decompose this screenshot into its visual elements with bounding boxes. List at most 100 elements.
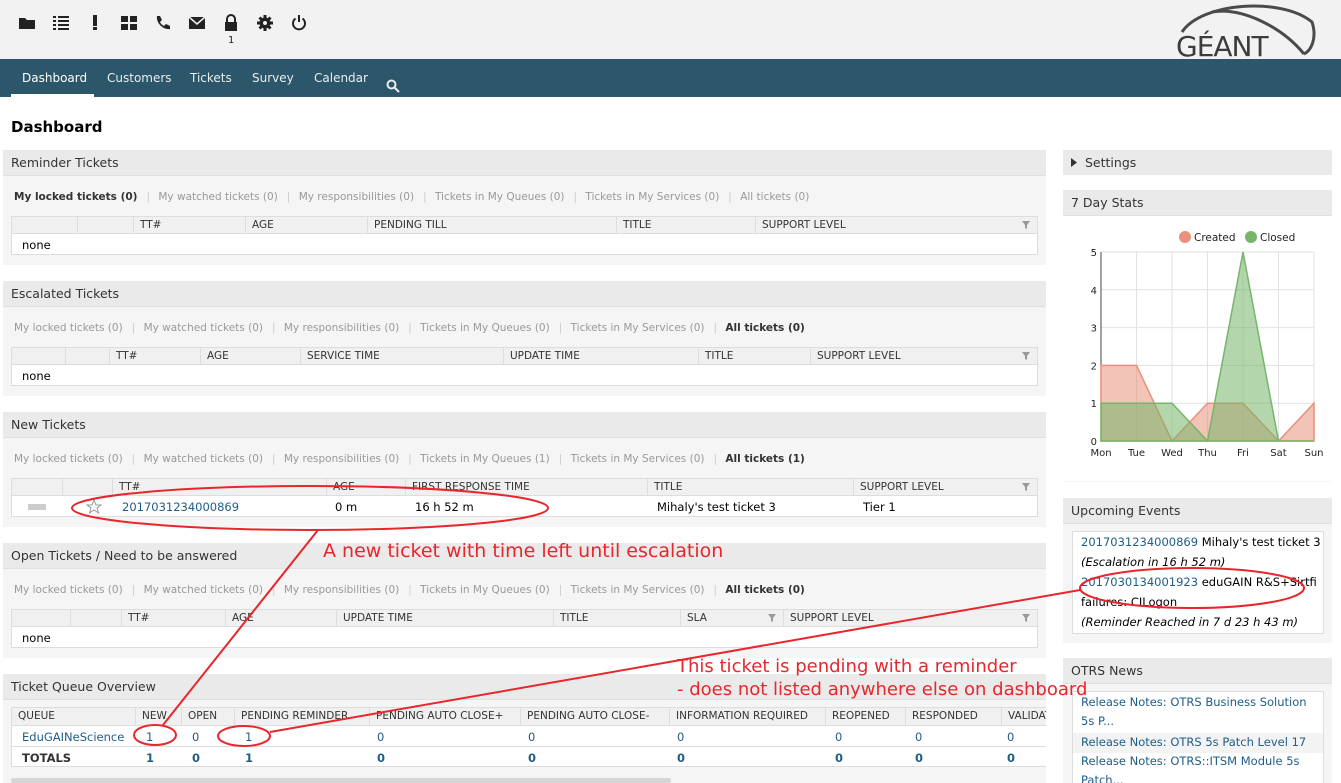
column-header[interactable]: PENDING AUTO CLOSE- [520,708,669,725]
filter-tab[interactable]: My responsibilities (0) [284,584,399,596]
filter-tab[interactable]: Tickets in My Queues (1) [420,453,550,465]
widget-header[interactable]: Upcoming Events [1063,498,1332,524]
total-count[interactable]: 0 [1007,748,1015,766]
column-header[interactable]: UPDATE TIME [503,348,698,365]
filter-tab[interactable]: My locked tickets (0) [14,191,137,203]
envelope-icon[interactable] [188,14,206,32]
filter-tab[interactable]: My locked tickets (0) [14,453,123,465]
column-header[interactable]: PENDING REMINDER [234,708,369,725]
queue-pending-reminder-count[interactable]: 1 [245,727,252,747]
queue-name-link[interactable]: EduGAINeScience [22,727,124,747]
widget-header[interactable]: Escalated Tickets [3,281,1046,307]
grid-icon[interactable] [120,14,138,32]
total-count[interactable]: 0 [915,748,923,766]
event-ticket-link[interactable]: 2017031234000869 [1081,535,1198,549]
nav-calendar[interactable]: Calendar [314,59,368,97]
column-header[interactable]: AGE [245,217,367,234]
filter-tab[interactable]: Tickets in My Queues (0) [420,322,550,334]
column-header[interactable]: TITLE [553,610,680,627]
horizontal-scrollbar[interactable] [11,778,671,783]
queue-new-count[interactable]: 1 [146,727,153,747]
filter-tab[interactable]: All tickets (0) [740,191,809,203]
settings-widget[interactable]: Settings [1063,150,1332,175]
column-header[interactable]: SUPPORT LEVEL [853,479,1037,496]
column-filter-icon[interactable] [1022,221,1030,229]
queue-count[interactable]: 0 [677,727,684,747]
filter-tab[interactable]: My responsibilities (0) [284,322,399,334]
filter-tab[interactable]: My locked tickets (0) [14,584,123,596]
widget-header[interactable]: New Tickets [3,412,1046,438]
queue-open-count[interactable]: 0 [192,727,199,747]
column-header[interactable]: QUEUE [12,708,135,725]
nav-customers[interactable]: Customers [107,59,172,97]
filter-tab[interactable]: Tickets in My Queues (0) [435,191,565,203]
star-icon[interactable] [85,497,103,521]
queue-count[interactable]: 0 [1007,727,1014,747]
column-header[interactable]: PENDING AUTO CLOSE+ [369,708,520,725]
column-filter-icon[interactable] [1022,614,1030,622]
filter-tab[interactable]: My locked tickets (0) [14,322,123,334]
filter-tab[interactable]: Tickets in My Services (0) [571,453,705,465]
list-item[interactable]: 2017030134001923 eduGAIN R&S+Sirtfi [1081,575,1317,589]
column-header[interactable]: RESPONDED [905,708,1001,725]
widget-header[interactable]: OTRS News [1063,658,1332,684]
news-link[interactable]: Release Notes: OTRS 5s Patch Level 17 [1081,735,1306,749]
column-header[interactable]: AGE [200,348,300,365]
news-link[interactable]: Release Notes: OTRS Business Solution [1081,695,1307,709]
filter-tab[interactable]: All tickets (1) [725,453,804,465]
exclamation-icon[interactable] [86,14,104,32]
column-header[interactable]: NEW [135,708,181,725]
column-filter-icon[interactable] [1022,483,1030,491]
queue-count[interactable]: 0 [377,727,384,747]
filter-tab[interactable]: My watched tickets (0) [158,191,277,203]
table-row[interactable]: EduGAINeScience 1 0 1 0 0 0 0 0 0 [12,727,1046,747]
column-filter-icon[interactable] [1022,352,1030,360]
news-link[interactable]: Patch... [1081,773,1124,783]
column-header[interactable]: SUPPORT LEVEL [783,610,1037,627]
total-count[interactable]: 0 [835,748,843,766]
column-header[interactable]: OPEN [181,708,234,725]
gear-icon[interactable] [256,14,274,32]
nav-tickets[interactable]: Tickets [190,59,232,97]
nav-dashboard[interactable]: Dashboard [22,59,87,97]
total-count[interactable]: 0 [677,748,685,766]
column-header[interactable]: UPDATE TIME [336,610,553,627]
queue-count[interactable]: 0 [528,727,535,747]
column-header[interactable]: REOPENED [825,708,905,725]
list-icon[interactable] [52,14,70,32]
filter-tab[interactable]: My responsibilities (0) [284,453,399,465]
column-header[interactable]: TT# [133,217,245,234]
filter-tab[interactable]: All tickets (0) [725,322,804,334]
filter-tab[interactable]: Tickets in My Services (0) [571,584,705,596]
folder-icon[interactable] [18,14,36,32]
widget-header[interactable]: Reminder Tickets [3,150,1046,176]
total-count[interactable]: 0 [528,748,536,766]
column-header[interactable]: TT# [112,479,326,496]
filter-tab[interactable]: Tickets in My Queues (0) [420,584,550,596]
column-header[interactable]: TT# [109,348,200,365]
column-header[interactable]: AGE [225,610,336,627]
filter-tab[interactable]: Tickets in My Services (0) [571,322,705,334]
total-count[interactable]: 1 [146,748,154,766]
settings-label[interactable]: Settings [1085,150,1136,175]
lock-icon[interactable] [222,14,240,32]
event-ticket-link[interactable]: 2017030134001923 [1081,575,1198,589]
news-link[interactable]: 5s P... [1081,714,1114,728]
column-header[interactable]: PENDING TILL [367,217,616,234]
filter-tab[interactable]: Tickets in My Services (0) [585,191,719,203]
queue-count[interactable]: 0 [915,727,922,747]
column-header[interactable]: TITLE [647,479,853,496]
filter-tab[interactable]: All tickets (0) [725,584,804,596]
filter-tab[interactable]: My watched tickets (0) [144,453,263,465]
widget-header[interactable]: 7 Day Stats [1063,190,1332,216]
total-count[interactable]: 1 [245,748,253,766]
queue-count[interactable]: 0 [835,727,842,747]
column-header[interactable]: TITLE [698,348,810,365]
column-header[interactable]: TT# [121,610,225,627]
nav-survey[interactable]: Survey [252,59,294,97]
column-header[interactable]: INFORMATION REQUIRED [669,708,825,725]
column-filter-icon[interactable] [768,614,776,622]
power-icon[interactable] [290,14,308,32]
column-header[interactable]: TITLE [616,217,755,234]
column-header[interactable]: SERVICE TIME [300,348,503,365]
